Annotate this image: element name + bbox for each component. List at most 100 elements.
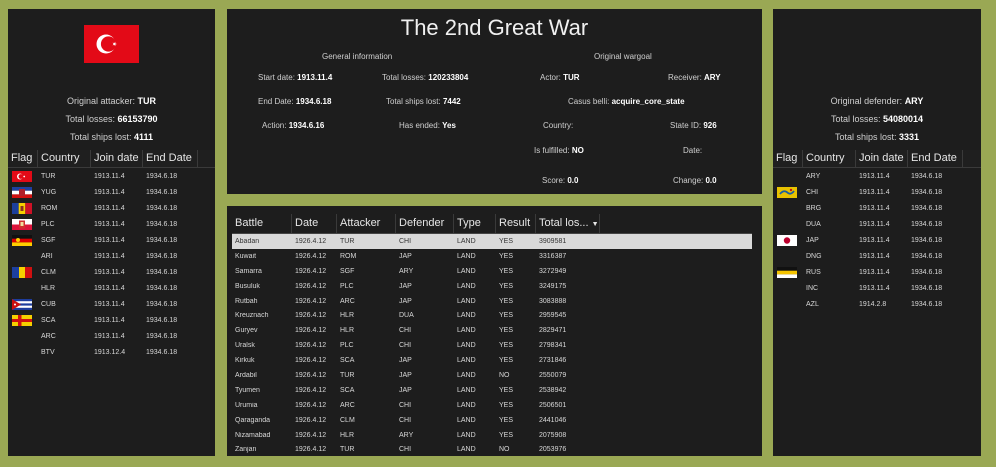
column-header-join-date[interactable]: Join date <box>856 150 908 167</box>
cell-join: 1913.11.4 <box>94 204 125 212</box>
battles-table: Battle Date Attacker Defender Type Resul… <box>232 214 752 457</box>
column-header-battle[interactable]: Battle <box>232 214 292 233</box>
cell-end: 1934.6.18 <box>911 204 943 212</box>
cell-defender: CHI <box>399 401 412 409</box>
table-row[interactable]: DUA 1913.11.4 1934.6.18 <box>773 216 981 232</box>
cell-country: HLR <box>41 284 56 292</box>
column-header-country[interactable]: Country <box>803 150 856 167</box>
column-header-total-losses[interactable]: Total los... ▼ <box>536 214 600 233</box>
cell-end: 1934.6.18 <box>911 268 943 276</box>
flag-cell <box>773 184 803 200</box>
cell-attacker: CLM <box>340 416 355 424</box>
column-header-result[interactable]: Result <box>496 214 536 233</box>
flag-cell <box>773 200 803 216</box>
table-row[interactable]: Qaraganda 1926.4.12 CLM CHI LAND YES 2441046 <box>232 413 752 428</box>
column-header-flag[interactable]: Flag <box>773 150 803 167</box>
table-row[interactable]: INC 1913.11.4 1934.6.18 <box>773 280 981 296</box>
cell-country: BTV <box>41 348 55 356</box>
cell-join: 1913.11.4 <box>859 220 890 228</box>
cell-country: ROM <box>41 204 58 212</box>
table-row[interactable]: ARI 1913.11.4 1934.6.18 <box>8 248 215 264</box>
column-header-type[interactable]: Type <box>454 214 496 233</box>
table-row[interactable]: Busuluk 1926.4.12 PLC JAP LAND YES 3249175 <box>232 279 752 294</box>
table-row[interactable]: BTV 1913.12.4 1934.6.18 <box>8 344 215 360</box>
cell-total-losses: 2053976 <box>539 446 567 454</box>
table-row[interactable]: Samarra 1926.4.12 SGF ARY LAND YES 3272949 <box>232 264 752 279</box>
column-header-end-date[interactable]: End Date <box>908 150 963 167</box>
table-row[interactable]: ROM 1913.11.4 1934.6.18 <box>8 200 215 216</box>
column-header-total-losses-label: Total los... <box>539 217 589 229</box>
cell-attacker: HLR <box>340 312 355 320</box>
column-header-date[interactable]: Date <box>292 214 337 233</box>
table-row[interactable]: SGF 1913.11.4 1934.6.18 <box>8 232 215 248</box>
cell-join: 1913.11.4 <box>94 172 125 180</box>
table-row[interactable]: ARC 1913.11.4 1934.6.18 <box>8 328 215 344</box>
flag-cell <box>8 184 38 200</box>
flag-cell <box>773 216 803 232</box>
table-row[interactable]: Urumia 1926.4.12 ARC CHI LAND YES 2506501 <box>232 398 752 413</box>
table-row[interactable]: Guryev 1926.4.12 HLR CHI LAND YES 2829471 <box>232 323 752 338</box>
table-row[interactable]: ARY 1913.11.4 1934.6.18 <box>773 168 981 184</box>
flag-cell <box>773 280 803 296</box>
cell-date: 1926.4.12 <box>295 386 327 394</box>
cell-defender: JAP <box>399 252 412 260</box>
table-row[interactable]: RUS 1913.11.4 1934.6.18 <box>773 264 981 280</box>
wargoal-score: Score: 0.0 <box>542 176 579 185</box>
cell-type: LAND <box>457 446 476 454</box>
cell-date: 1926.4.12 <box>295 342 327 350</box>
column-header-attacker[interactable]: Attacker <box>337 214 396 233</box>
cell-total-losses: 3249175 <box>539 282 567 290</box>
attacker-ships-lost: Total ships lost: 4111 <box>69 132 154 142</box>
flag-cell <box>8 232 38 248</box>
cell-date: 1926.4.12 <box>295 357 327 365</box>
table-row[interactable]: YUG 1913.11.4 1934.6.18 <box>8 184 215 200</box>
table-row[interactable]: Rutbah 1926.4.12 ARC JAP LAND YES 3083888 <box>232 294 752 309</box>
table-row[interactable]: CUB 1913.11.4 1934.6.18 <box>8 296 215 312</box>
table-row[interactable]: Uralsk 1926.4.12 PLC CHI LAND YES 2798341 <box>232 338 752 353</box>
table-row[interactable]: SCA 1913.11.4 1934.6.18 <box>8 312 215 328</box>
table-row[interactable]: Abadan 1926.4.12 TUR CHI LAND YES 3909581 <box>232 234 752 249</box>
table-row[interactable]: PLC 1913.11.4 1934.6.18 <box>8 216 215 232</box>
table-row[interactable]: DNG 1913.11.4 1934.6.18 <box>773 248 981 264</box>
cell-date: 1926.4.12 <box>295 237 327 245</box>
casus-belli: Casus belli: acquire_core_state <box>568 97 685 106</box>
wargoal-state-id: State ID: 926 <box>670 121 717 130</box>
column-header-flag[interactable]: Flag <box>8 150 38 167</box>
cell-join: 1913.11.4 <box>859 172 890 180</box>
cell-end: 1934.6.18 <box>146 220 178 228</box>
cell-result: NO <box>499 446 510 454</box>
table-row[interactable]: BRG 1913.11.4 1934.6.18 <box>773 200 981 216</box>
column-header-country[interactable]: Country <box>38 150 91 167</box>
cell-type: LAND <box>457 401 476 409</box>
cell-end: 1934.6.18 <box>146 268 178 276</box>
table-row[interactable]: CHI 1913.11.4 1934.6.18 <box>773 184 981 200</box>
end-date: End Date: 1934.6.18 <box>258 97 332 106</box>
table-row[interactable]: AZL 1914.2.8 1934.6.18 <box>773 296 981 312</box>
column-header-defender[interactable]: Defender <box>396 214 454 233</box>
cell-end: 1934.6.18 <box>146 252 178 260</box>
table-row[interactable]: Kuwait 1926.4.12 ROM JAP LAND YES 3316387 <box>232 249 752 264</box>
table-row[interactable]: CLM 1913.11.4 1934.6.18 <box>8 264 215 280</box>
table-row[interactable]: Tyumen 1926.4.12 SCA JAP LAND YES 2538942 <box>232 383 752 398</box>
table-row[interactable]: Nizamabad 1926.4.12 HLR ARY LAND YES 2075908 <box>232 428 752 443</box>
cell-type: LAND <box>457 267 476 275</box>
cell-attacker: TUR <box>340 237 355 245</box>
flag-cell <box>773 232 803 248</box>
wargoal-date: Date: <box>683 146 703 155</box>
cell-end: 1934.6.18 <box>911 172 943 180</box>
table-row[interactable]: HLR 1913.11.4 1934.6.18 <box>8 280 215 296</box>
flag-cell <box>8 248 38 264</box>
column-header-join-date[interactable]: Join date <box>91 150 143 167</box>
table-row[interactable]: Zanjan 1926.4.12 TUR CHI LAND NO 2053976 <box>232 442 752 457</box>
wargoal-actor: Actor: TUR <box>540 73 580 82</box>
table-row[interactable]: Kreuznach 1926.4.12 HLR DUA LAND YES 2959545 <box>232 308 752 323</box>
column-header-end-date[interactable]: End Date <box>143 150 198 167</box>
table-row[interactable]: Ardabil 1926.4.12 TUR JAP LAND NO 2550079 <box>232 368 752 383</box>
table-row[interactable]: JAP 1913.11.4 1934.6.18 <box>773 232 981 248</box>
yugoslavia-flag-icon <box>12 186 32 198</box>
original-attacker: Original attacker: TUR <box>66 96 157 106</box>
table-row[interactable]: TUR 1913.11.4 1934.6.18 <box>8 168 215 184</box>
table-row[interactable]: Kirkuk 1926.4.12 SCA JAP LAND YES 2731846 <box>232 353 752 368</box>
cell-result: YES <box>499 267 514 275</box>
cell-date: 1926.4.12 <box>295 267 327 275</box>
